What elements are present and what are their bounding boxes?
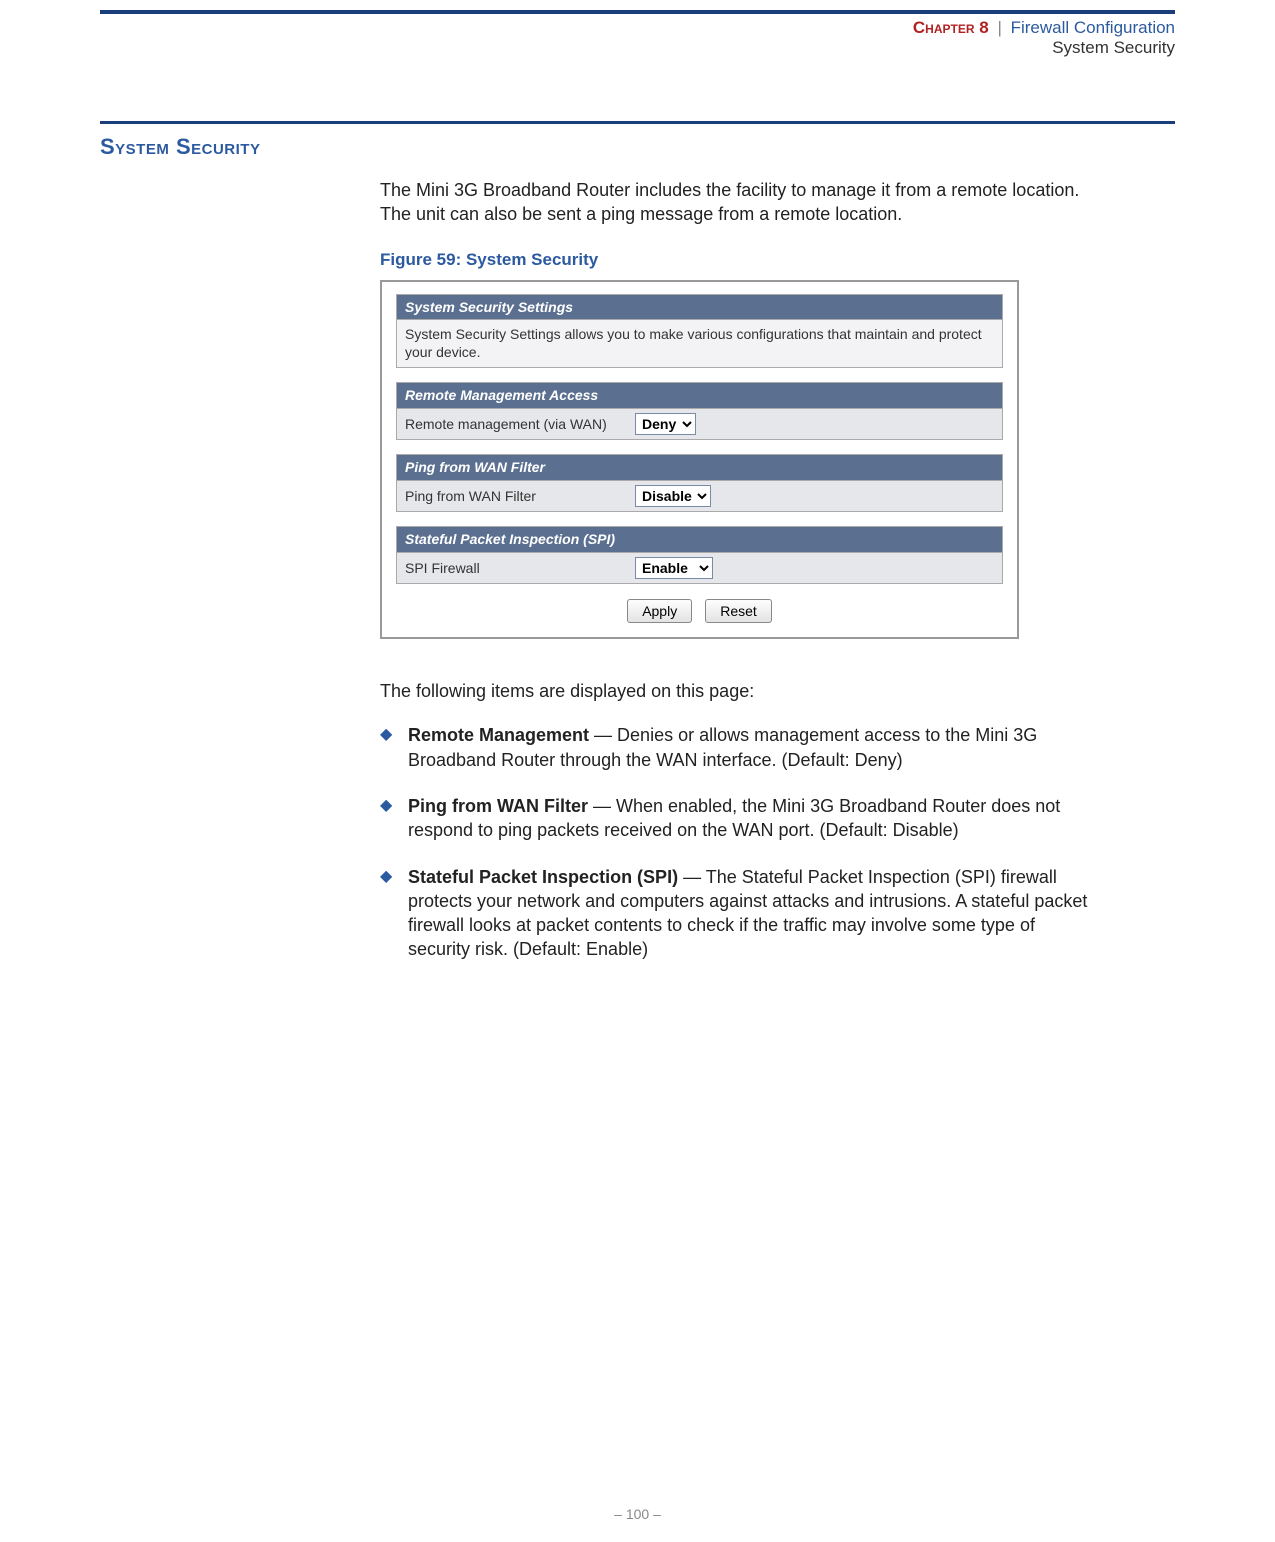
figure-screenshot: System Security Settings System Security… (380, 280, 1019, 640)
row-label: Remote management (via WAN) (405, 415, 635, 434)
term: Remote Management (408, 725, 589, 745)
intro-text: The Mini 3G Broadband Router includes th… (380, 178, 1090, 227)
figure-caption: Figure 59: System Security (380, 249, 1090, 272)
spi-select[interactable]: Enable (635, 557, 713, 579)
section-title: System Security (100, 124, 1175, 160)
panel-header: Remote Management Access (396, 382, 1003, 409)
panel-system-security: System Security Settings System Security… (396, 294, 1003, 369)
row-label: SPI Firewall (405, 559, 635, 578)
remote-management-select[interactable]: Deny (635, 413, 696, 435)
separator: | (993, 18, 1005, 37)
content-column: The Mini 3G Broadband Router includes th… (380, 178, 1090, 962)
term: Stateful Packet Inspection (SPI) (408, 867, 678, 887)
list-item: Ping from WAN Filter — When enabled, the… (380, 794, 1090, 843)
apply-button[interactable]: Apply (627, 599, 692, 623)
button-row: Apply Reset (382, 598, 1017, 623)
panel-ping-filter: Ping from WAN Filter Ping from WAN Filte… (396, 454, 1003, 512)
chapter-label: Chapter 8 (913, 18, 989, 37)
panel-header: System Security Settings (396, 294, 1003, 321)
list-item: Stateful Packet Inspection (SPI) — The S… (380, 865, 1090, 962)
page-header: Chapter 8 | Firewall Configuration Syste… (100, 14, 1175, 66)
list-item: Remote Management — Denies or allows man… (380, 723, 1090, 772)
panel-description: System Security Settings allows you to m… (396, 320, 1003, 368)
panel-header: Stateful Packet Inspection (SPI) (396, 526, 1003, 553)
panel-spi: Stateful Packet Inspection (SPI) SPI Fir… (396, 526, 1003, 584)
term: Ping from WAN Filter (408, 796, 588, 816)
breadcrumb-section: System Security (100, 38, 1175, 58)
follow-text: The following items are displayed on thi… (380, 679, 1090, 703)
panel-row: Remote management (via WAN) Deny (396, 409, 1003, 440)
panel-remote-management: Remote Management Access Remote manageme… (396, 382, 1003, 440)
page: Chapter 8 | Firewall Configuration Syste… (0, 10, 1275, 1542)
bullet-list: Remote Management — Denies or allows man… (380, 723, 1090, 961)
ping-filter-select[interactable]: Disable (635, 485, 711, 507)
row-label: Ping from WAN Filter (405, 487, 635, 506)
panel-row: SPI Firewall Enable (396, 553, 1003, 584)
panel-row: Ping from WAN Filter Disable (396, 481, 1003, 512)
reset-button[interactable]: Reset (705, 599, 772, 623)
breadcrumb-chapter: Firewall Configuration (1011, 18, 1175, 37)
page-footer: – 100 – (0, 1506, 1275, 1522)
panel-header: Ping from WAN Filter (396, 454, 1003, 481)
